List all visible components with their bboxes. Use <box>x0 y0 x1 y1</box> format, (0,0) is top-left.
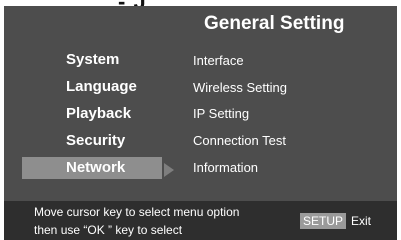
submenu-item-wireless-setting[interactable]: Wireless Setting <box>193 80 287 95</box>
setup-key-badge: SETUP <box>300 213 347 229</box>
exit-label: Exit <box>351 214 372 228</box>
footer-bar: Move cursor key to select menu option th… <box>4 201 397 240</box>
menu-item-label: Playback <box>66 105 132 122</box>
menu-item-label: Network <box>66 159 126 176</box>
menu-item-security[interactable]: Security <box>22 130 162 152</box>
hint-line-2: then use “OK ” key to select <box>34 223 183 237</box>
menu-item-network[interactable]: Network <box>22 157 162 179</box>
menu-item-playback[interactable]: Playback <box>22 103 162 125</box>
submenu-item-interface[interactable]: Interface <box>193 53 244 68</box>
menu-item-label: Language <box>66 78 137 95</box>
menu-item-label: Security <box>66 132 126 149</box>
menu-item-language[interactable]: Language <box>22 76 162 98</box>
page-title: General Setting <box>204 13 345 34</box>
menu-item-label: System <box>66 51 120 68</box>
submenu-item-information[interactable]: Information <box>193 160 258 175</box>
hint-line-1: Move cursor key to select menu option <box>34 205 240 219</box>
submenu-item-ip-setting[interactable]: IP Setting <box>193 106 249 121</box>
settings-screen: General Setting System Language Playback… <box>4 6 397 240</box>
submenu-item-connection-test[interactable]: Connection Test <box>193 133 286 148</box>
right-triangle-icon <box>164 163 174 177</box>
menu-item-system[interactable]: System <box>22 49 162 71</box>
